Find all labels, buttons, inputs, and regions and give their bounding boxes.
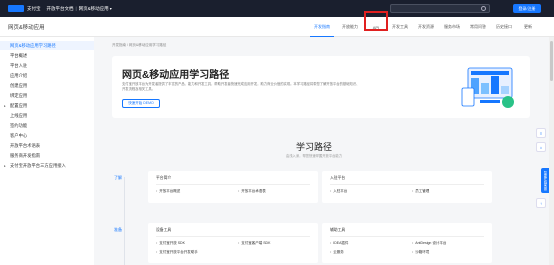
sidebar-item-label: 网页&移动应用学习路径	[10, 42, 56, 48]
top-bar: 支付宝 开放平台文档 | 网页&移动应用 ▾ 登录/注册	[0, 0, 554, 17]
search-icon[interactable]	[481, 6, 486, 11]
sidebar-item-label: 服务商开发指南	[10, 152, 41, 158]
link-sandbox[interactable]: 沙箱环境	[412, 250, 429, 255]
stage-label-prepare: 准备	[114, 227, 122, 232]
chevron-down-icon[interactable]: ▾	[110, 6, 112, 11]
back-to-top-icon[interactable]: ↑	[536, 198, 546, 208]
nav-bar: 网页&移动应用 开发指南 开放能力 API 开发工具 开发资源 服务市场 常用问…	[0, 17, 554, 37]
card-title: 设备工具	[156, 228, 172, 232]
doc-separator: |	[75, 6, 77, 11]
card-dev-tools: 设备工具 支付宝开放 SDK 支付宝客户端 SDK 支付宝开放平台开发助手	[148, 223, 318, 263]
doc-title[interactable]: 开放平台文档	[47, 6, 74, 12]
logo-text: 支付宝	[27, 5, 41, 11]
sidebar-item-configure-app[interactable]: ▸ 配置应用	[0, 101, 94, 110]
timeline-line	[124, 177, 125, 265]
sidebar-item-label: 绑定应用	[10, 92, 28, 98]
chevron-right-icon: ▸	[4, 103, 6, 108]
tab-legacy-api[interactable]: 历史接口	[492, 17, 516, 37]
tab-dev-resources[interactable]: 开发资源	[414, 17, 438, 37]
sidebar-item-label: 配置应用	[10, 102, 28, 108]
link-dev-assistant[interactable]: 支付宝开放平台开发助手	[156, 250, 198, 255]
card-divider	[156, 236, 310, 237]
api-tab-highlight-box	[364, 11, 388, 31]
sidebar-item-third-party-access[interactable]: ▸ 支付宝开放平台三方应用接入	[0, 161, 94, 170]
card-title: 入驻平台	[330, 176, 346, 180]
hero-title: 网页&移动应用学习路径	[122, 70, 230, 81]
sidebar-item-label: 平台入驻	[10, 62, 28, 68]
link-open-sdk[interactable]: 支付宝开放 SDK	[156, 241, 185, 246]
card-aux-tools: 辅助工具 IDEA插件 AntDesign 设计平台 云服务 沙箱环境	[322, 223, 492, 263]
quick-start-demo-button[interactable]: 快速开始 DEMO	[122, 99, 160, 108]
sidebar-item-launch-app[interactable]: 上线应用	[0, 111, 94, 120]
link-cloud-service[interactable]: 云服务	[330, 250, 344, 255]
login-button[interactable]: 登录/注册	[513, 4, 541, 13]
card-title: 辅助工具	[330, 228, 346, 232]
sidebar: 网页&移动应用学习路径 平台概述 平台入驻 应用介绍 创建应用 绑定应用 ▸ 配置…	[0, 37, 94, 265]
main-content: 开发指南 / 网页&移动应用学习路径 网页&移动应用学习路径 支付宝开放平台为开…	[94, 37, 534, 265]
sidebar-item-label: 客户中心	[10, 132, 28, 138]
sidebar-item-label: 支付宝开放平台三方应用接入	[10, 162, 66, 168]
learning-path-subtitle: 由浅入深，帮您快速掌握开放平台能力	[285, 154, 343, 158]
tab-dev-guide[interactable]: 开发指南	[310, 17, 334, 37]
sidebar-item-label: 上线应用	[10, 112, 28, 118]
stage-label-understand: 了解	[114, 175, 122, 180]
scrollbar-thumb[interactable]	[550, 41, 553, 81]
link-client-sdk[interactable]: 支付宝客户端 SDK	[238, 241, 270, 246]
sidebar-item-bind-app[interactable]: 绑定应用	[0, 91, 94, 100]
sidebar-item-label: 创建应用	[10, 82, 28, 88]
link-staff-management[interactable]: 员工管理	[412, 189, 429, 194]
card-onboarding: 入驻平台 入驻平台 员工管理	[322, 171, 492, 203]
link-platform-overview[interactable]: 开放平台概述	[156, 189, 180, 194]
search-input[interactable]	[390, 4, 490, 13]
hero-illustration	[461, 67, 514, 108]
tab-dev-tools[interactable]: 开发工具	[388, 17, 412, 37]
hero-description: 支付宝开放平台为开发者提供了丰富的产品、能力和开发工具，帮助开发者快速完成应用开…	[122, 82, 360, 91]
link-idea-plugin[interactable]: IDEA插件	[330, 241, 348, 246]
sidebar-item-app-intro[interactable]: 应用介绍	[0, 71, 94, 80]
tab-open-capabilities[interactable]: 开放能力	[338, 17, 362, 37]
card-divider	[330, 236, 484, 237]
card-platform-intro: 平台简介 开放平台概述 开放平台术语表	[148, 171, 318, 203]
sidebar-item-learning-path[interactable]: 网页&移动应用学习路径	[0, 41, 94, 50]
sidebar-item-label: 签约功能	[10, 122, 28, 128]
tab-updates[interactable]: 更新	[518, 17, 538, 37]
doc-switcher[interactable]: 网页&移动应用	[79, 6, 109, 12]
alipay-logo[interactable]: 支付宝	[8, 5, 41, 12]
sidebar-item-label: 应用介绍	[10, 72, 28, 78]
card-divider	[330, 184, 484, 185]
sidebar-item-overview[interactable]: 平台概述	[0, 51, 94, 60]
sidebar-item-glossary[interactable]: 开放平台术语表	[0, 141, 94, 150]
sidebar-item-create-app[interactable]: 创建应用	[0, 81, 94, 90]
home-icon[interactable]: ⌂	[536, 142, 546, 152]
sidebar-item-sign-features[interactable]: 签约功能	[0, 121, 94, 130]
sidebar-item-onboarding[interactable]: 平台入驻	[0, 61, 94, 70]
sidebar-item-customer-center[interactable]: 客户中心	[0, 131, 94, 140]
tab-service-market[interactable]: 服务市场	[440, 17, 464, 37]
link-antdesign[interactable]: AntDesign 设计平台	[412, 241, 446, 246]
sidebar-item-label: 平台概述	[10, 52, 28, 58]
card-title: 平台简介	[156, 176, 172, 180]
tab-faq[interactable]: 常用问答	[466, 17, 490, 37]
hero-banner: 网页&移动应用学习路径 支付宝开放平台为开发者提供了丰富的产品、能力和开发工具，…	[112, 56, 530, 118]
link-glossary[interactable]: 开放平台术语表	[238, 189, 266, 194]
sidebar-item-isv-guide[interactable]: 服务商开发指南	[0, 151, 94, 160]
chevron-right-icon: ▸	[4, 163, 6, 168]
nav-brand[interactable]: 网页&移动应用	[8, 23, 45, 31]
scrollbar[interactable]	[549, 37, 554, 265]
logo-icon	[8, 5, 24, 12]
menu-icon[interactable]: ≡	[536, 128, 546, 138]
link-onboarding[interactable]: 入驻平台	[330, 189, 347, 194]
card-divider	[156, 184, 310, 185]
learning-path-title: 学习路径	[295, 142, 332, 152]
sidebar-item-label: 开放平台术语表	[10, 142, 41, 148]
breadcrumb[interactable]: 开发指南 / 网页&移动应用学习路径	[112, 43, 166, 48]
